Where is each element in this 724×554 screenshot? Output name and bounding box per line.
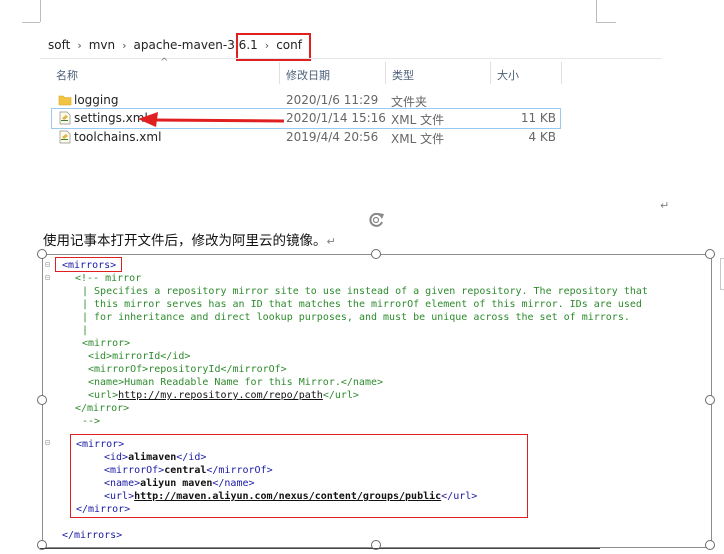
column-header-type[interactable]: 类型 bbox=[392, 67, 414, 83]
file-row[interactable]: toolchains.xml 2019/4/4 20:56 XML 文件 4 K… bbox=[52, 128, 560, 147]
code-comment-line: | for inheritance and direct lookup purp… bbox=[82, 312, 630, 323]
folder-icon bbox=[58, 95, 72, 106]
divider bbox=[40, 58, 662, 59]
file-type: XML 文件 bbox=[391, 113, 445, 127]
tag-open: <id> bbox=[104, 452, 129, 463]
code-aliyun-url: <url>http://maven.aliyun.com/nexus/conte… bbox=[104, 490, 477, 503]
column-divider[interactable] bbox=[279, 62, 280, 84]
file-modified: 2019/4/4 20:56 bbox=[286, 130, 379, 144]
red-arrow-icon bbox=[138, 112, 285, 127]
code-comment-open: <!-- mirror bbox=[75, 273, 142, 284]
tag-open: <mirrorOf> bbox=[88, 364, 149, 375]
sort-up-icon: ^ bbox=[160, 57, 169, 68]
code-mirror-url: <url>http://my.repository.com/repo/path<… bbox=[88, 389, 359, 402]
code-mirror-open: <mirror> bbox=[82, 338, 131, 349]
column-header-modified[interactable]: 修改日期 bbox=[286, 67, 330, 83]
url-link[interactable]: http://maven.aliyun.com/nexus/content/gr… bbox=[134, 491, 441, 502]
paragraph-mark-icon: ↵ bbox=[326, 235, 336, 248]
tag-close: </url> bbox=[441, 491, 478, 502]
code-mirror-of: <mirrorOf>repositoryId</mirrorOf> bbox=[88, 363, 287, 376]
tag-close: </id> bbox=[160, 351, 191, 362]
resize-handle[interactable] bbox=[37, 249, 47, 259]
file-modified: 2020/1/6 11:29 bbox=[286, 93, 379, 107]
code-comment-close: --> bbox=[82, 416, 101, 427]
tag-close: </id> bbox=[176, 452, 207, 463]
column-header-name[interactable]: 名称 bbox=[56, 67, 78, 83]
divider bbox=[40, 548, 600, 549]
tag-open: <name> bbox=[104, 478, 141, 489]
tag-close: </mirrorOf> bbox=[206, 465, 273, 476]
file-modified: 2020/1/14 15:16 bbox=[286, 111, 386, 125]
page-corner-mark bbox=[596, 22, 616, 23]
file-name: logging bbox=[74, 93, 119, 107]
tag-close: </name> bbox=[212, 478, 255, 489]
tag-open: <name> bbox=[88, 377, 125, 388]
code-aliyun-mirror-open: <mirror> bbox=[76, 439, 125, 450]
value: alimaven bbox=[128, 452, 177, 463]
column-divider[interactable] bbox=[385, 62, 386, 84]
xml-file-icon bbox=[59, 111, 71, 125]
fold-marker-icon: ⊟ bbox=[45, 273, 50, 282]
breadcrumb-item-soft[interactable]: soft bbox=[48, 38, 70, 52]
resize-handle[interactable] bbox=[37, 395, 47, 405]
code-aliyun-mirror-close: </mirror> bbox=[76, 504, 131, 515]
instruction-paragraph: 使用记事本打开文件后，修改为阿里云的镜像。↵ bbox=[43, 229, 336, 249]
code-mirrors-close: </mirrors> bbox=[62, 530, 123, 541]
file-row[interactable]: logging 2020/1/6 11:29 文件夹 bbox=[52, 91, 560, 110]
tag-open: <mirrorOf> bbox=[104, 465, 165, 476]
code-mirror-close: </mirror> bbox=[75, 403, 130, 414]
mirrors-highlight-box bbox=[55, 257, 122, 272]
column-divider[interactable] bbox=[490, 62, 491, 84]
paragraph-mark-icon: ↵ bbox=[660, 199, 670, 212]
file-row-selected[interactable]: settings.xml 2020/1/14 15:16 XML 文件 11 K… bbox=[51, 108, 561, 129]
column-divider[interactable] bbox=[561, 62, 562, 84]
code-aliyun-id: <id>alimaven</id> bbox=[104, 451, 206, 464]
conf-highlight-box bbox=[236, 33, 311, 61]
xml-file-icon bbox=[59, 130, 71, 144]
code-comment-line: | this mirror serves has an ID that matc… bbox=[82, 299, 642, 310]
file-type: XML 文件 bbox=[391, 132, 445, 146]
resize-handle[interactable] bbox=[371, 249, 381, 259]
tag-close: </url> bbox=[322, 390, 359, 401]
file-name: toolchains.xml bbox=[74, 130, 162, 144]
breadcrumb-item-mvn[interactable]: mvn bbox=[89, 38, 115, 52]
tag-close: </mirrorOf> bbox=[220, 364, 287, 375]
rotate-handle-icon[interactable] bbox=[366, 210, 386, 230]
tag-open: <id> bbox=[88, 351, 113, 362]
page-corner-mark bbox=[22, 22, 40, 23]
code-mirror-id: <id>mirrorId</id> bbox=[88, 350, 190, 363]
value: aliyun maven bbox=[140, 478, 213, 489]
code-aliyun-name: <name>aliyun maven</name> bbox=[104, 477, 255, 490]
code-comment-line: | bbox=[82, 325, 89, 336]
fold-marker-icon: ⊟ bbox=[45, 260, 50, 269]
tag-open: <url> bbox=[88, 390, 119, 401]
url-link[interactable]: http://my.repository.com/repo/path bbox=[118, 390, 323, 401]
value: central bbox=[164, 465, 207, 476]
tag-close: </name> bbox=[340, 377, 384, 388]
code-aliyun-mirror-of: <mirrorOf>central</mirrorOf> bbox=[104, 464, 273, 477]
tag-open: <url> bbox=[104, 491, 135, 502]
column-header-size[interactable]: 大小 bbox=[497, 67, 519, 83]
resize-handle[interactable] bbox=[705, 540, 715, 550]
fold-marker-icon: ⊟ bbox=[45, 438, 50, 447]
chevron-right-icon: › bbox=[122, 38, 127, 52]
resize-handle[interactable] bbox=[705, 249, 715, 259]
page-corner-mark bbox=[596, 0, 597, 22]
value: mirrorId bbox=[112, 351, 161, 362]
page-corner-mark bbox=[40, 0, 41, 22]
resize-handle[interactable] bbox=[705, 395, 715, 405]
instruction-text: 使用记事本打开文件后，修改为阿里云的镜像。 bbox=[43, 233, 327, 249]
value: repositoryId bbox=[148, 364, 221, 375]
file-type: 文件夹 bbox=[391, 95, 428, 109]
code-mirror-name: <name>Human Readable Name for this Mirro… bbox=[88, 376, 383, 389]
code-comment-line: | Specifies a repository mirror site to … bbox=[82, 286, 648, 297]
file-size: 4 KB bbox=[528, 130, 556, 144]
scrollbar-edge[interactable] bbox=[720, 258, 724, 290]
chevron-right-icon: › bbox=[77, 38, 82, 52]
value: Human Readable Name for this Mirror. bbox=[124, 377, 341, 388]
file-size: 11 KB bbox=[520, 111, 556, 125]
